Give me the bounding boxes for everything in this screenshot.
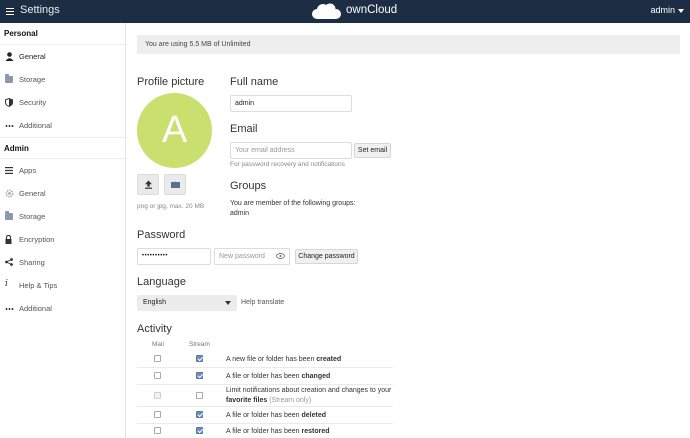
sidebar-item-personal-general[interactable]: General: [0, 45, 125, 68]
help-translate-link[interactable]: Help translate: [241, 299, 284, 306]
sidebar-item-label: Encryption: [19, 235, 55, 244]
more-dots-icon: [5, 125, 14, 127]
stream-checkbox[interactable]: [196, 372, 203, 379]
stream-column-header: Stream: [189, 341, 210, 348]
activity-row-label: Limit notifications about creation and c…: [226, 387, 392, 404]
sidebar-item-label: Apps: [19, 166, 37, 175]
sidebar-item-label: Sharing: [19, 258, 45, 267]
activity-row-label: A new file or folder has been created: [226, 356, 342, 363]
password-heading: Password: [137, 229, 186, 241]
activity-row: A file or folder has been restored: [137, 424, 393, 438]
shield-icon: [5, 98, 13, 107]
activity-row: A file or folder has been deleted: [137, 407, 393, 424]
activity-row: A file or folder has been changed: [137, 368, 393, 385]
sidebar-item-label: Security: [19, 98, 47, 107]
apps-list-icon: [5, 167, 13, 174]
sidebar-item-admin-general[interactable]: General: [0, 182, 125, 205]
settings-content: You are using 5.5 MB of Unlimited Profil…: [127, 23, 690, 438]
user-menu[interactable]: admin: [650, 5, 684, 15]
info-icon: i: [5, 279, 8, 289]
email-heading: Email: [230, 123, 258, 135]
sidebar-section-admin: Admin: [0, 137, 125, 159]
sidebar-item-label: Help & Tips: [19, 281, 58, 290]
mail-checkbox[interactable]: [154, 355, 161, 362]
full-name-heading: Full name: [230, 76, 279, 88]
top-header: Settings ownCloud admin: [0, 0, 690, 23]
folder-icon: [5, 211, 13, 220]
sidebar-item-admin-additional[interactable]: Additional: [0, 297, 125, 320]
upload-icon: [145, 180, 152, 189]
mail-checkbox[interactable]: [154, 372, 161, 379]
sidebar-item-label: Storage: [19, 75, 46, 84]
folder-icon: [5, 74, 13, 83]
email-input[interactable]: Your email address: [230, 142, 352, 159]
menu-icon[interactable]: [6, 8, 14, 15]
sidebar-item-label: Additional: [19, 304, 52, 313]
select-avatar-from-files-button[interactable]: [164, 174, 186, 195]
groups-text: You are member of the following groups:: [230, 200, 356, 207]
owncloud-logo-icon[interactable]: [310, 3, 342, 20]
quota-bar: You are using 5.5 MB of Unlimited: [137, 35, 680, 54]
share-icon: [5, 258, 13, 266]
more-dots-icon: [5, 308, 14, 310]
sidebar-item-label: Storage: [19, 212, 46, 221]
stream-checkbox[interactable]: [196, 427, 203, 434]
sidebar-item-security[interactable]: Security: [0, 91, 125, 114]
gear-icon: [5, 189, 14, 198]
stream-checkbox[interactable]: [196, 355, 203, 362]
full-name-input[interactable]: admin: [230, 95, 352, 112]
mail-checkbox: [154, 392, 161, 399]
eye-icon[interactable]: [276, 253, 285, 259]
avatar-hint: png or jpg, max. 20 MB: [137, 203, 205, 210]
app-title: Settings: [20, 4, 60, 16]
sidebar-item-label: Additional: [19, 121, 52, 130]
sidebar-item-label: General: [19, 189, 46, 198]
sidebar-section-personal: Personal: [0, 23, 125, 45]
sidebar-item-sharing[interactable]: Sharing: [0, 251, 125, 274]
sidebar-item-admin-storage[interactable]: Storage: [0, 205, 125, 228]
mail-checkbox[interactable]: [154, 411, 161, 418]
mail-checkbox[interactable]: [154, 427, 161, 434]
new-password-placeholder: New password: [219, 253, 265, 260]
settings-sidebar: Personal General Storage Security Additi…: [0, 23, 126, 438]
user-icon: [5, 52, 14, 61]
new-password-input[interactable]: New password: [214, 248, 290, 265]
activity-row: Limit notifications about creation and c…: [137, 385, 393, 407]
groups-list: admin: [230, 210, 250, 217]
chevron-down-icon: [678, 8, 684, 13]
folder-icon: [171, 181, 180, 188]
stream-checkbox[interactable]: [196, 392, 203, 399]
language-select[interactable]: English: [137, 295, 237, 311]
sidebar-item-personal-additional[interactable]: Additional: [0, 114, 125, 137]
activity-row-label: A file or folder has been deleted: [226, 412, 327, 419]
language-heading: Language: [137, 276, 186, 288]
email-hint: For password recovery and notifications: [230, 161, 345, 168]
stream-checkbox[interactable]: [196, 411, 203, 418]
brand-name: ownCloud: [346, 4, 398, 16]
sidebar-item-help-tips[interactable]: i Help & Tips: [0, 274, 125, 297]
lock-icon: [5, 235, 12, 244]
sidebar-item-personal-storage[interactable]: Storage: [0, 68, 125, 91]
sidebar-item-encryption[interactable]: Encryption: [0, 228, 125, 251]
mail-column-header: Mail: [152, 341, 164, 348]
profile-picture-heading: Profile picture: [137, 76, 205, 88]
activity-row-label: A file or folder has been changed: [226, 373, 331, 380]
set-email-button[interactable]: Set email: [354, 143, 391, 158]
chevron-down-icon: [225, 301, 231, 305]
change-password-button[interactable]: Change password: [295, 249, 358, 264]
sidebar-item-apps[interactable]: Apps: [0, 159, 125, 182]
user-name: admin: [650, 5, 675, 15]
avatar: A: [137, 93, 212, 168]
activity-heading: Activity: [137, 323, 172, 335]
current-password-input[interactable]: ••••••••••: [137, 248, 211, 265]
upload-avatar-button[interactable]: [137, 174, 159, 195]
language-selected: English: [143, 299, 166, 306]
activity-row-label: A file or folder has been restored: [226, 428, 330, 435]
sidebar-item-label: General: [19, 52, 46, 61]
groups-heading: Groups: [230, 180, 267, 192]
activity-row: A new file or folder has been created: [137, 351, 393, 368]
